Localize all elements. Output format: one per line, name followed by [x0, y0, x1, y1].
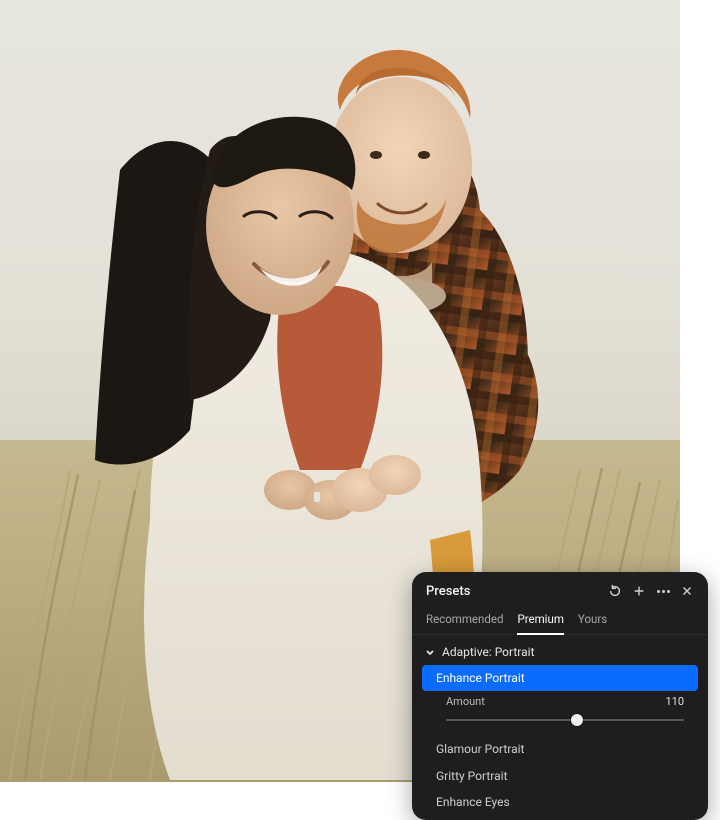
presets-tabs: Recommended Premium Yours [412, 606, 708, 635]
tab-yours[interactable]: Yours [578, 606, 607, 634]
presets-panel: Presets Recommended Premium Yours [412, 572, 708, 820]
preset-gritty-portrait[interactable]: Gritty Portrait [422, 763, 698, 789]
amount-value: 110 [665, 695, 684, 708]
amount-slider[interactable] [446, 712, 684, 728]
amount-label: Amount [446, 695, 485, 708]
reset-icon[interactable] [606, 582, 624, 600]
preset-enhance-portrait[interactable]: Enhance Portrait [422, 665, 698, 691]
chevron-down-icon [424, 646, 436, 658]
more-icon[interactable] [654, 582, 672, 600]
preset-enhance-eyes[interactable]: Enhance Eyes [422, 789, 698, 815]
app-stage: Presets Recommended Premium Yours [0, 0, 720, 820]
preset-group-label: Adaptive: Portrait [442, 645, 535, 659]
preset-glamour-portrait[interactable]: Glamour Portrait [422, 736, 698, 762]
preset-list: Enhance Portrait Amount 110 Glamour Port… [412, 665, 708, 820]
tab-premium[interactable]: Premium [517, 606, 563, 634]
panel-title: Presets [426, 584, 470, 599]
preset-group-header[interactable]: Adaptive: Portrait [412, 635, 708, 665]
tab-recommended[interactable]: Recommended [426, 606, 503, 634]
amount-row: Amount 110 [422, 691, 698, 708]
add-icon[interactable] [630, 582, 648, 600]
close-icon[interactable] [678, 582, 696, 600]
presets-panel-header: Presets [412, 572, 708, 606]
